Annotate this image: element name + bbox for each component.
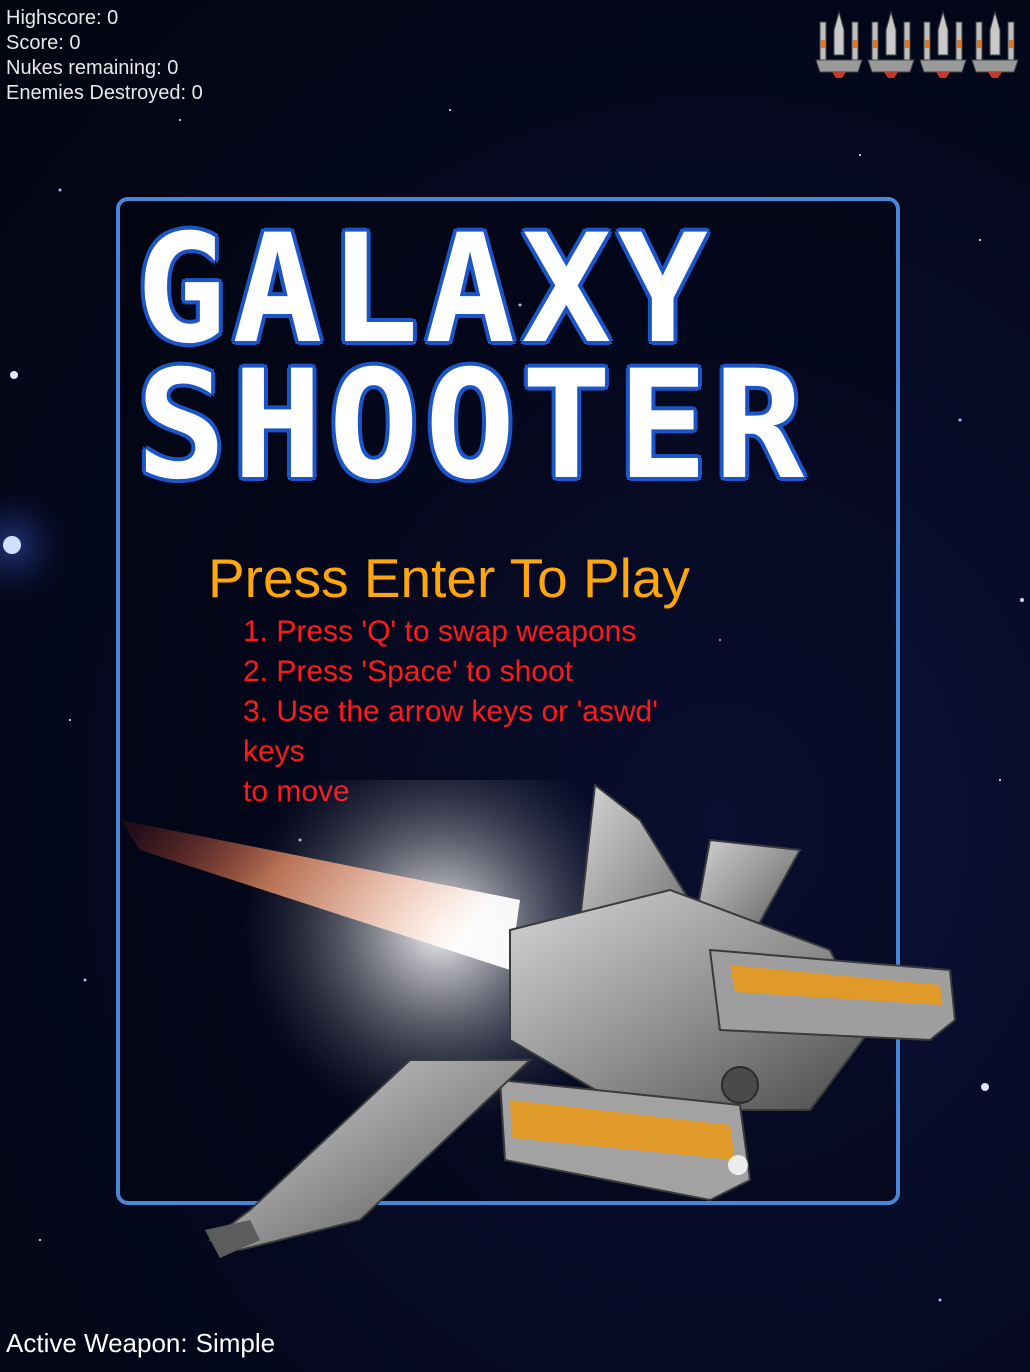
press-enter-prompt: Press Enter To Play: [208, 547, 690, 609]
enemies-destroyed-value: 0: [191, 82, 203, 104]
active-weapon-readout: Active Weapon: Simple: [6, 1326, 275, 1360]
game-title-line-1: GALAXY: [136, 203, 714, 377]
highscore-value: 0: [107, 7, 119, 29]
active-weapon-label: Active Weapon:: [6, 1328, 188, 1358]
enemies-destroyed-readout: Enemies Destroyed: 0: [6, 81, 203, 106]
instruction-line: 3. Use the arrow keys or 'aswd': [243, 695, 658, 728]
nukes-label: Nukes remaining:: [6, 57, 162, 79]
instruction-line: 1. Press 'Q' to swap weapons: [243, 615, 637, 648]
game-title: GALAXY SHOOTER: [136, 203, 811, 513]
score-readout: Score: 0: [6, 31, 203, 56]
game-screen[interactable]: Highscore: 0 Score: 0 Nukes remaining: 0…: [0, 0, 1030, 1372]
nukes-value: 0: [167, 57, 179, 79]
nukes-readout: Nukes remaining: 0: [6, 56, 203, 81]
lives-indicator: [814, 10, 1020, 78]
enemies-destroyed-label: Enemies Destroyed:: [6, 82, 187, 104]
highscore-label: Highscore:: [6, 7, 102, 29]
score-label: Score:: [6, 32, 64, 54]
ship-life-icon: [919, 10, 967, 78]
score-value: 0: [69, 32, 81, 54]
hud-stats: Highscore: 0 Score: 0 Nukes remaining: 0…: [6, 6, 203, 106]
ship-life-icon: [815, 10, 863, 78]
active-weapon-value: Simple: [195, 1328, 276, 1358]
highscore-readout: Highscore: 0: [6, 6, 203, 31]
player-ship-illustration: [120, 780, 957, 1258]
ship-life-icon: [867, 10, 915, 78]
instruction-line: keys: [243, 735, 305, 768]
instruction-line: 2. Press 'Space' to shoot: [243, 655, 573, 688]
game-title-line-2: SHOOTER: [136, 339, 811, 513]
ship-life-icon: [971, 10, 1019, 78]
